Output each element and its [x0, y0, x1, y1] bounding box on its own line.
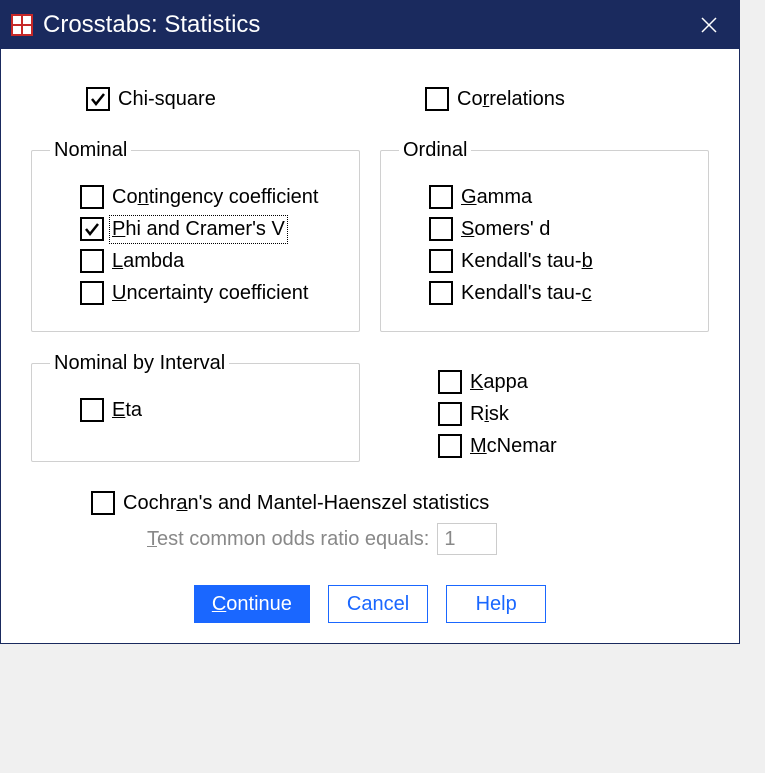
eta-row: Eta — [50, 398, 341, 422]
contingency-label: Contingency coefficient — [112, 186, 318, 209]
phi-cramer-checkbox[interactable] — [80, 217, 104, 241]
close-icon — [700, 16, 718, 34]
mcnemar-label: McNemar — [470, 435, 557, 458]
odds-ratio-row: Test common odds ratio equals: — [91, 523, 709, 555]
gamma-checkbox[interactable] — [429, 185, 453, 209]
eta-checkbox[interactable] — [80, 398, 104, 422]
contingency-checkbox[interactable] — [80, 185, 104, 209]
continue-button[interactable]: Continue — [194, 585, 310, 623]
nominal-interval-legend: Nominal by Interval — [50, 352, 229, 375]
risk-checkbox[interactable] — [438, 402, 462, 426]
correlations-checkbox[interactable] — [425, 87, 449, 111]
odds-ratio-input — [437, 523, 497, 555]
button-row: Continue Cancel Help — [31, 585, 709, 623]
chi-square-row: Chi-square — [86, 87, 370, 111]
dialog-body: Chi-square Correlations Nominal Co — [1, 49, 739, 643]
contingency-row: Contingency coefficient — [50, 185, 341, 209]
somers-row: Somers' d — [399, 217, 690, 241]
lambda-label: Lambda — [112, 250, 184, 273]
somers-label: Somers' d — [461, 218, 550, 241]
cancel-button[interactable]: Cancel — [328, 585, 428, 623]
cochran-checkbox[interactable] — [91, 491, 115, 515]
dialog-title: Crosstabs: Statistics — [43, 11, 689, 39]
nominal-group: Nominal Contingency coefficient Phi and … — [31, 139, 360, 332]
cochran-row: Cochran's and Mantel-Haenszel statistics — [91, 491, 709, 515]
eta-label: Eta — [112, 399, 142, 422]
mcnemar-checkbox[interactable] — [438, 434, 462, 458]
odds-ratio-label: Test common odds ratio equals: — [147, 528, 429, 551]
nominal-legend: Nominal — [50, 139, 131, 162]
app-icon — [11, 14, 33, 36]
lambda-checkbox[interactable] — [80, 249, 104, 273]
kappa-label: Kappa — [470, 371, 528, 394]
cochran-label: Cochran's and Mantel-Haenszel statistics — [123, 492, 489, 515]
kappa-checkbox[interactable] — [438, 370, 462, 394]
kendall-b-row: Kendall's tau-b — [399, 249, 690, 273]
cochran-section: Cochran's and Mantel-Haenszel statistics… — [31, 491, 709, 555]
mcnemar-row: McNemar — [438, 434, 691, 458]
kappa-row: Kappa — [438, 370, 691, 394]
nominal-interval-group: Nominal by Interval Eta — [31, 352, 360, 462]
risk-row: Risk — [438, 402, 691, 426]
ordinal-legend: Ordinal — [399, 139, 471, 162]
lambda-row: Lambda — [50, 249, 341, 273]
uncertainty-checkbox[interactable] — [80, 281, 104, 305]
extra-group: Kappa Risk McNemar — [380, 352, 709, 466]
correlations-row: Correlations — [425, 87, 709, 111]
kendall-b-label: Kendall's tau-b — [461, 250, 593, 273]
kendall-c-label: Kendall's tau-c — [461, 282, 592, 305]
gamma-label: Gamma — [461, 186, 532, 209]
chi-square-checkbox[interactable] — [86, 87, 110, 111]
somers-checkbox[interactable] — [429, 217, 453, 241]
ordinal-group: Ordinal Gamma Somers' d Kendall's tau-b — [380, 139, 709, 332]
chi-square-label: Chi-square — [118, 88, 216, 111]
uncertainty-label: Uncertainty coefficient — [112, 282, 308, 305]
uncertainty-row: Uncertainty coefficient — [50, 281, 341, 305]
gamma-row: Gamma — [399, 185, 690, 209]
crosstabs-statistics-dialog: Crosstabs: Statistics Chi-square — [0, 0, 740, 644]
phi-cramer-label: Phi and Cramer's V — [112, 218, 285, 241]
risk-label: Risk — [470, 403, 509, 426]
kendall-c-checkbox[interactable] — [429, 281, 453, 305]
titlebar: Crosstabs: Statistics — [1, 1, 739, 49]
kendall-c-row: Kendall's tau-c — [399, 281, 690, 305]
phi-cramer-row: Phi and Cramer's V — [50, 217, 341, 241]
correlations-label: Correlations — [457, 88, 565, 111]
kendall-b-checkbox[interactable] — [429, 249, 453, 273]
close-button[interactable] — [689, 5, 729, 45]
help-button[interactable]: Help — [446, 585, 546, 623]
